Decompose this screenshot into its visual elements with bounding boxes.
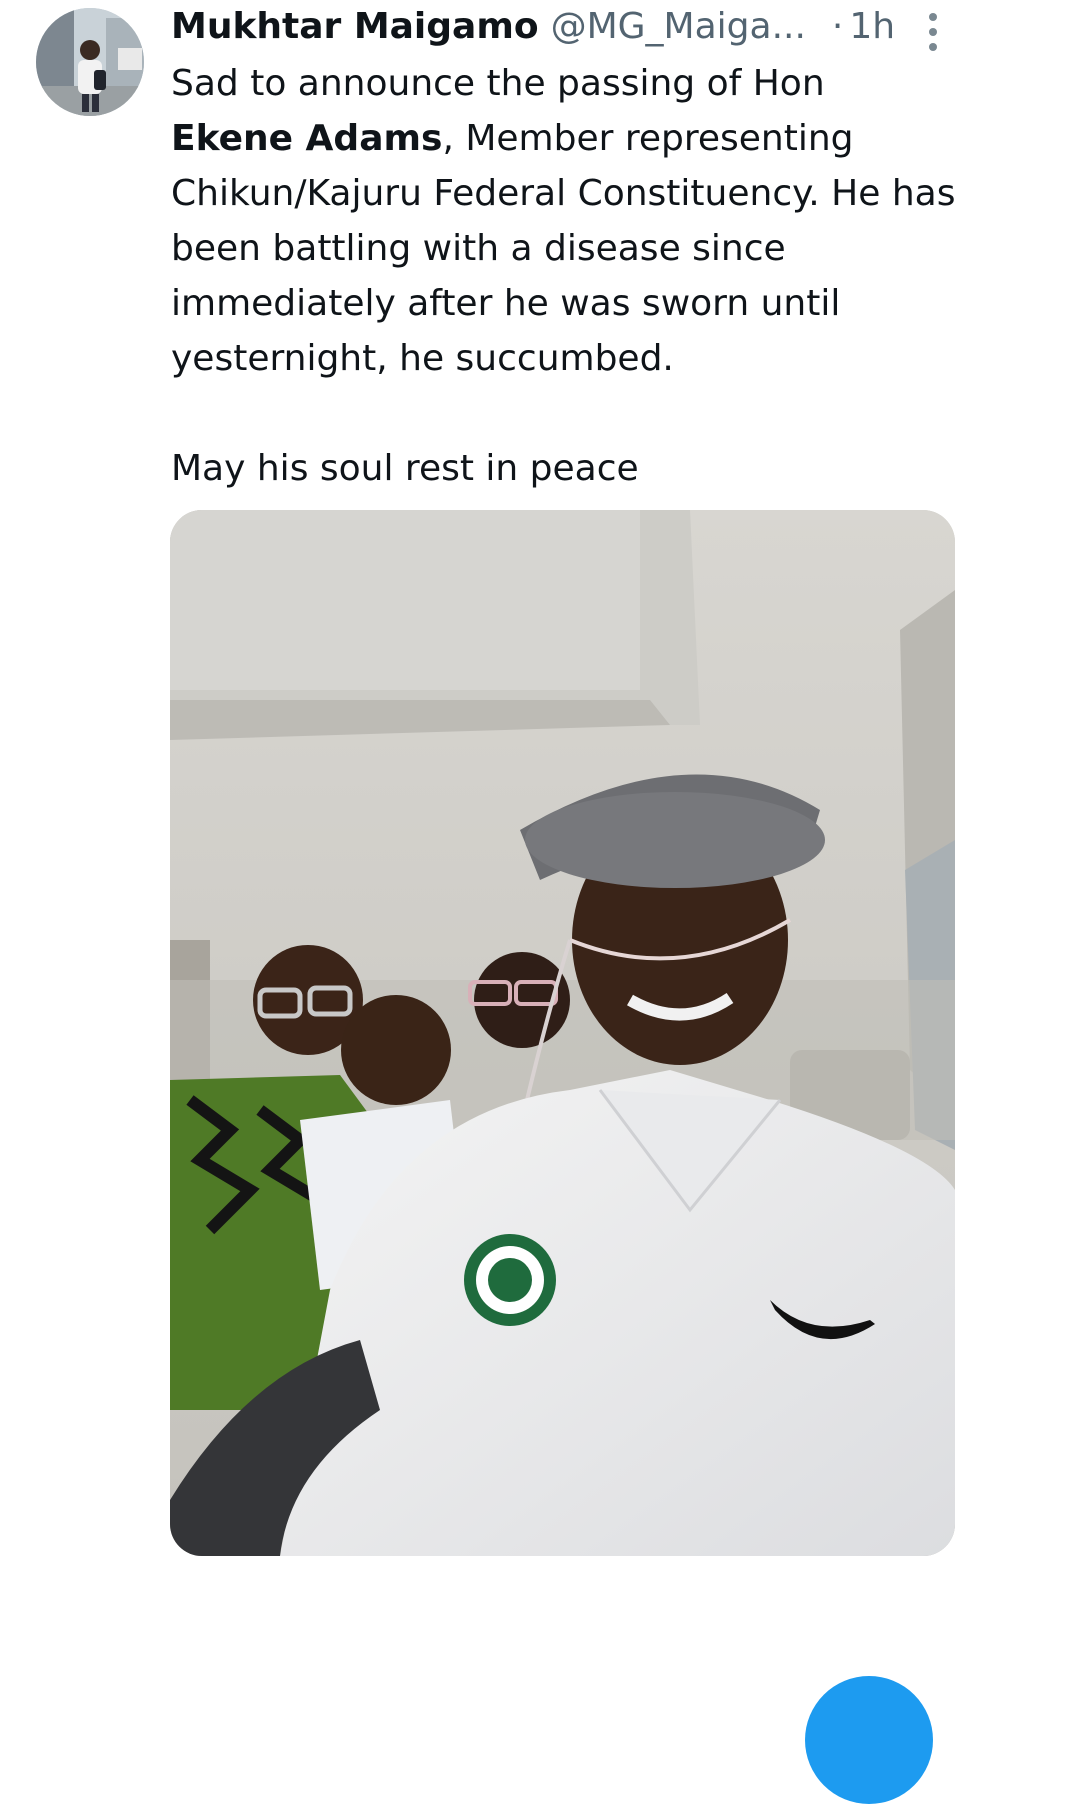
more-dot <box>929 43 937 51</box>
tweet-bold-name: Ekene Adams <box>171 118 443 159</box>
photo-car-selfie-icon <box>170 510 955 1556</box>
compose-fab-button[interactable] <box>805 1676 933 1804</box>
more-vertical-icon[interactable] <box>918 8 948 56</box>
author-display-name[interactable]: Mukhtar Maigamo <box>171 6 539 47</box>
author-avatar[interactable] <box>36 8 144 116</box>
tweet-text: Sad to announce the passing of Hon Ekene … <box>171 56 961 496</box>
header-separator: · <box>831 5 844 47</box>
avatar-photo-icon <box>36 8 144 116</box>
more-dot <box>929 13 937 21</box>
author-handle[interactable]: @MG_Maiga... <box>551 6 806 47</box>
tweet-body: Sad to announce the passing of Hon Ekene … <box>171 56 961 386</box>
tweet-header: Mukhtar Maigamo @MG_Maiga... · 1h <box>171 2 971 50</box>
tweet-timestamp[interactable]: 1h <box>849 6 895 47</box>
tweet-media-photo[interactable] <box>170 510 955 1556</box>
tweet-text-prefix: Sad to announce the passing of Hon <box>171 63 825 104</box>
tweet: Mukhtar Maigamo @MG_Maiga... · 1h Sad to… <box>0 0 1079 1804</box>
tweet-closing: May his soul rest in peace <box>171 448 639 489</box>
more-dot <box>929 28 937 36</box>
